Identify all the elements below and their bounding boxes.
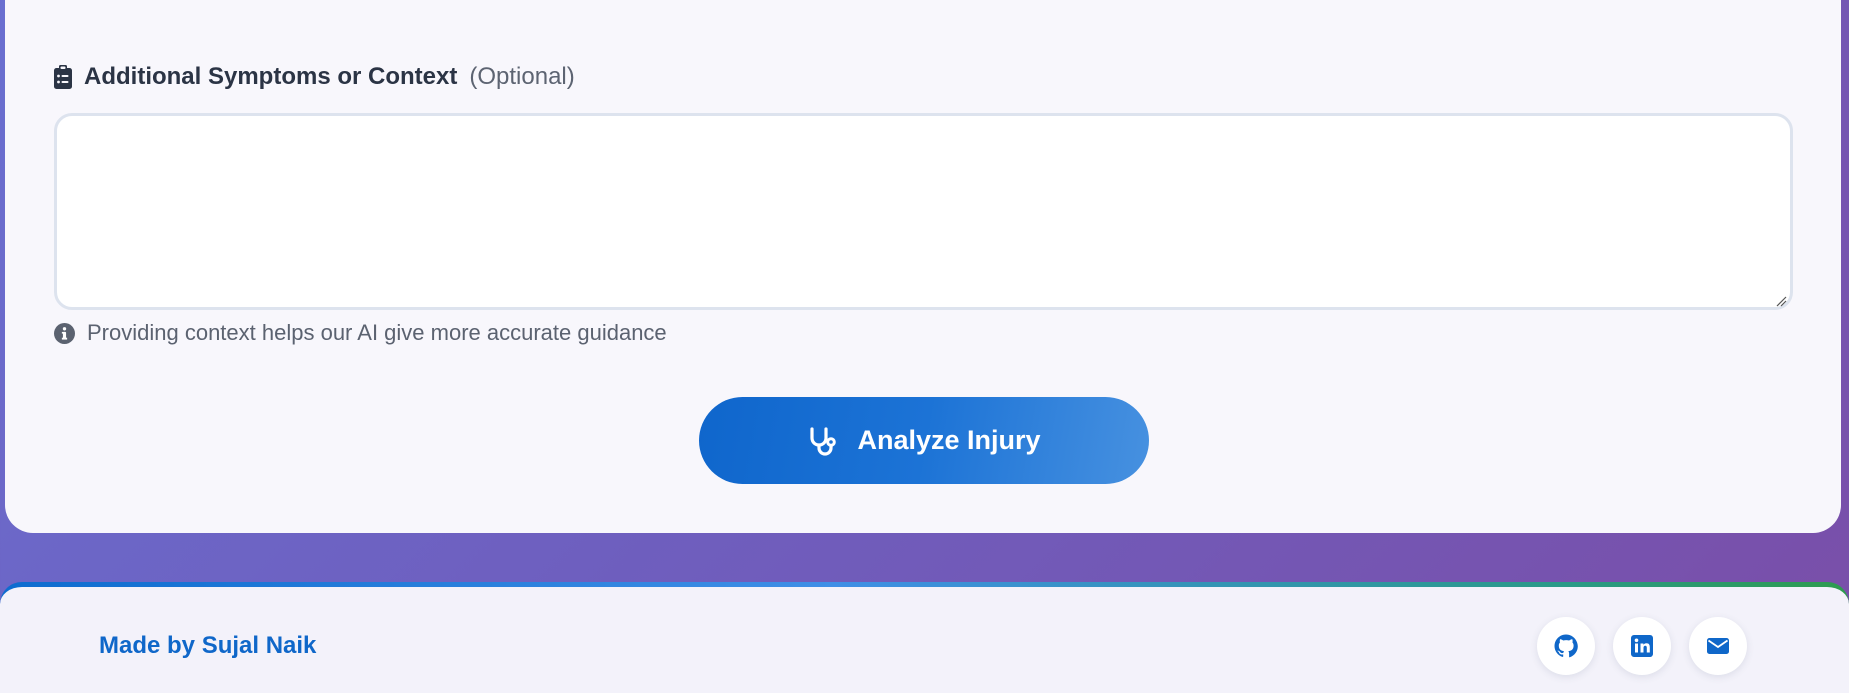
analyze-injury-button[interactable]: Analyze Injury [699, 397, 1149, 484]
email-icon [1707, 638, 1729, 654]
linkedin-link[interactable] [1613, 617, 1671, 675]
email-link[interactable] [1689, 617, 1747, 675]
help-text-label: Providing context helps our AI give more… [87, 320, 667, 345]
linkedin-icon [1631, 635, 1653, 657]
clipboard-list-icon [54, 65, 72, 89]
symptoms-textarea[interactable] [54, 113, 1793, 310]
github-link[interactable] [1537, 617, 1595, 675]
help-text: Providing context helps our AI give more… [54, 320, 667, 346]
info-circle-icon [54, 322, 75, 344]
resize-grip-icon[interactable] [1775, 295, 1787, 307]
stethoscope-icon [810, 426, 837, 456]
analyze-injury-label: Analyze Injury [857, 425, 1041, 455]
optional-tag: (Optional) [469, 63, 575, 90]
footer-credit: Made by Sujal Naik [99, 632, 317, 659]
symptoms-label: Additional Symptoms or Context (Optional… [54, 63, 575, 91]
github-icon [1554, 634, 1578, 658]
footer: Made by Sujal Naik [0, 582, 1849, 693]
symptoms-label-text: Additional Symptoms or Context [84, 63, 458, 90]
